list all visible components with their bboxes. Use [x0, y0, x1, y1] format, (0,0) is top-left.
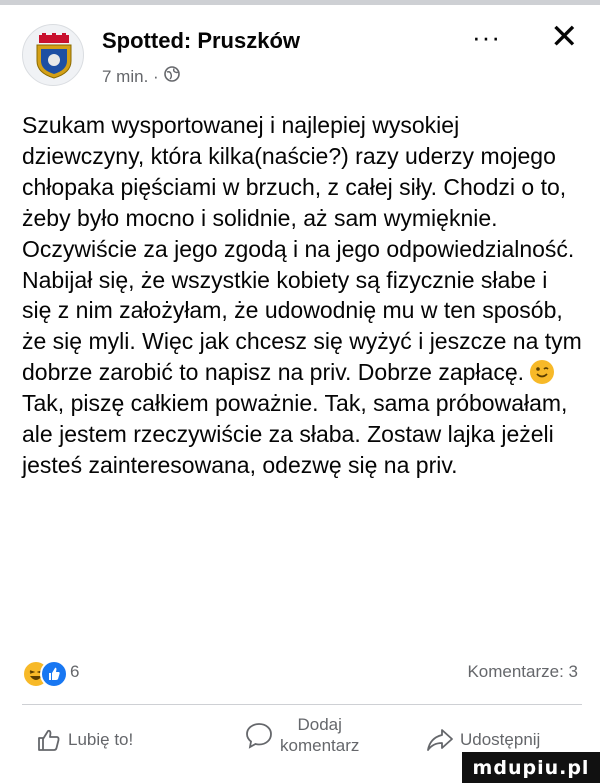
- comment-label-line1: Dodaj: [297, 715, 342, 734]
- globe-icon: [163, 66, 180, 87]
- post-paragraph: Szukam wysportowanej i najlepiej wysokie…: [22, 110, 582, 388]
- coat-of-arms-icon: [36, 33, 72, 79]
- time-ago[interactable]: 7 min. ·: [102, 67, 159, 87]
- close-icon[interactable]: ✕: [550, 20, 579, 54]
- share-arrow-icon: [427, 729, 453, 751]
- watermark: mdupiu.pl: [462, 752, 600, 783]
- reaction-count[interactable]: 6: [70, 662, 79, 682]
- comment-label-line2: komentarz: [280, 736, 360, 755]
- post-body: Szukam wysportowanej i najlepiej wysokie…: [22, 110, 582, 481]
- like-button[interactable]: Lubię to!: [36, 727, 133, 753]
- share-label: Udostępnij: [460, 730, 541, 749]
- share-button[interactable]: Udostępnij: [426, 727, 540, 753]
- like-reaction-icon[interactable]: [40, 660, 68, 688]
- page-name[interactable]: Spotted: Pruszków: [102, 28, 300, 54]
- reactions-bar: 6 Komentarze: 3: [22, 660, 582, 688]
- comments-count[interactable]: Komentarze: 3: [467, 662, 578, 682]
- post-meta: 7 min. ·: [102, 66, 180, 87]
- post-header: Spotted: Pruszków 7 min. · ··· ✕: [22, 20, 582, 92]
- comment-bubble-icon: [246, 723, 272, 749]
- comment-label: Dodaj komentarz: [280, 714, 359, 756]
- more-icon[interactable]: ···: [472, 22, 501, 52]
- post-text: Szukam wysportowanej i najlepiej wysokie…: [22, 112, 582, 386]
- wink-emoji-icon: [530, 360, 555, 385]
- like-label: Lubię to!: [68, 730, 134, 749]
- divider: [22, 704, 582, 705]
- post-paragraph: Tak, piszę całkiem poważnie. Tak, sama p…: [22, 390, 568, 478]
- page-avatar[interactable]: [22, 24, 84, 86]
- comment-button[interactable]: Dodaj komentarz: [244, 714, 359, 756]
- top-border: [0, 0, 600, 5]
- thumbs-up-icon: [38, 729, 60, 751]
